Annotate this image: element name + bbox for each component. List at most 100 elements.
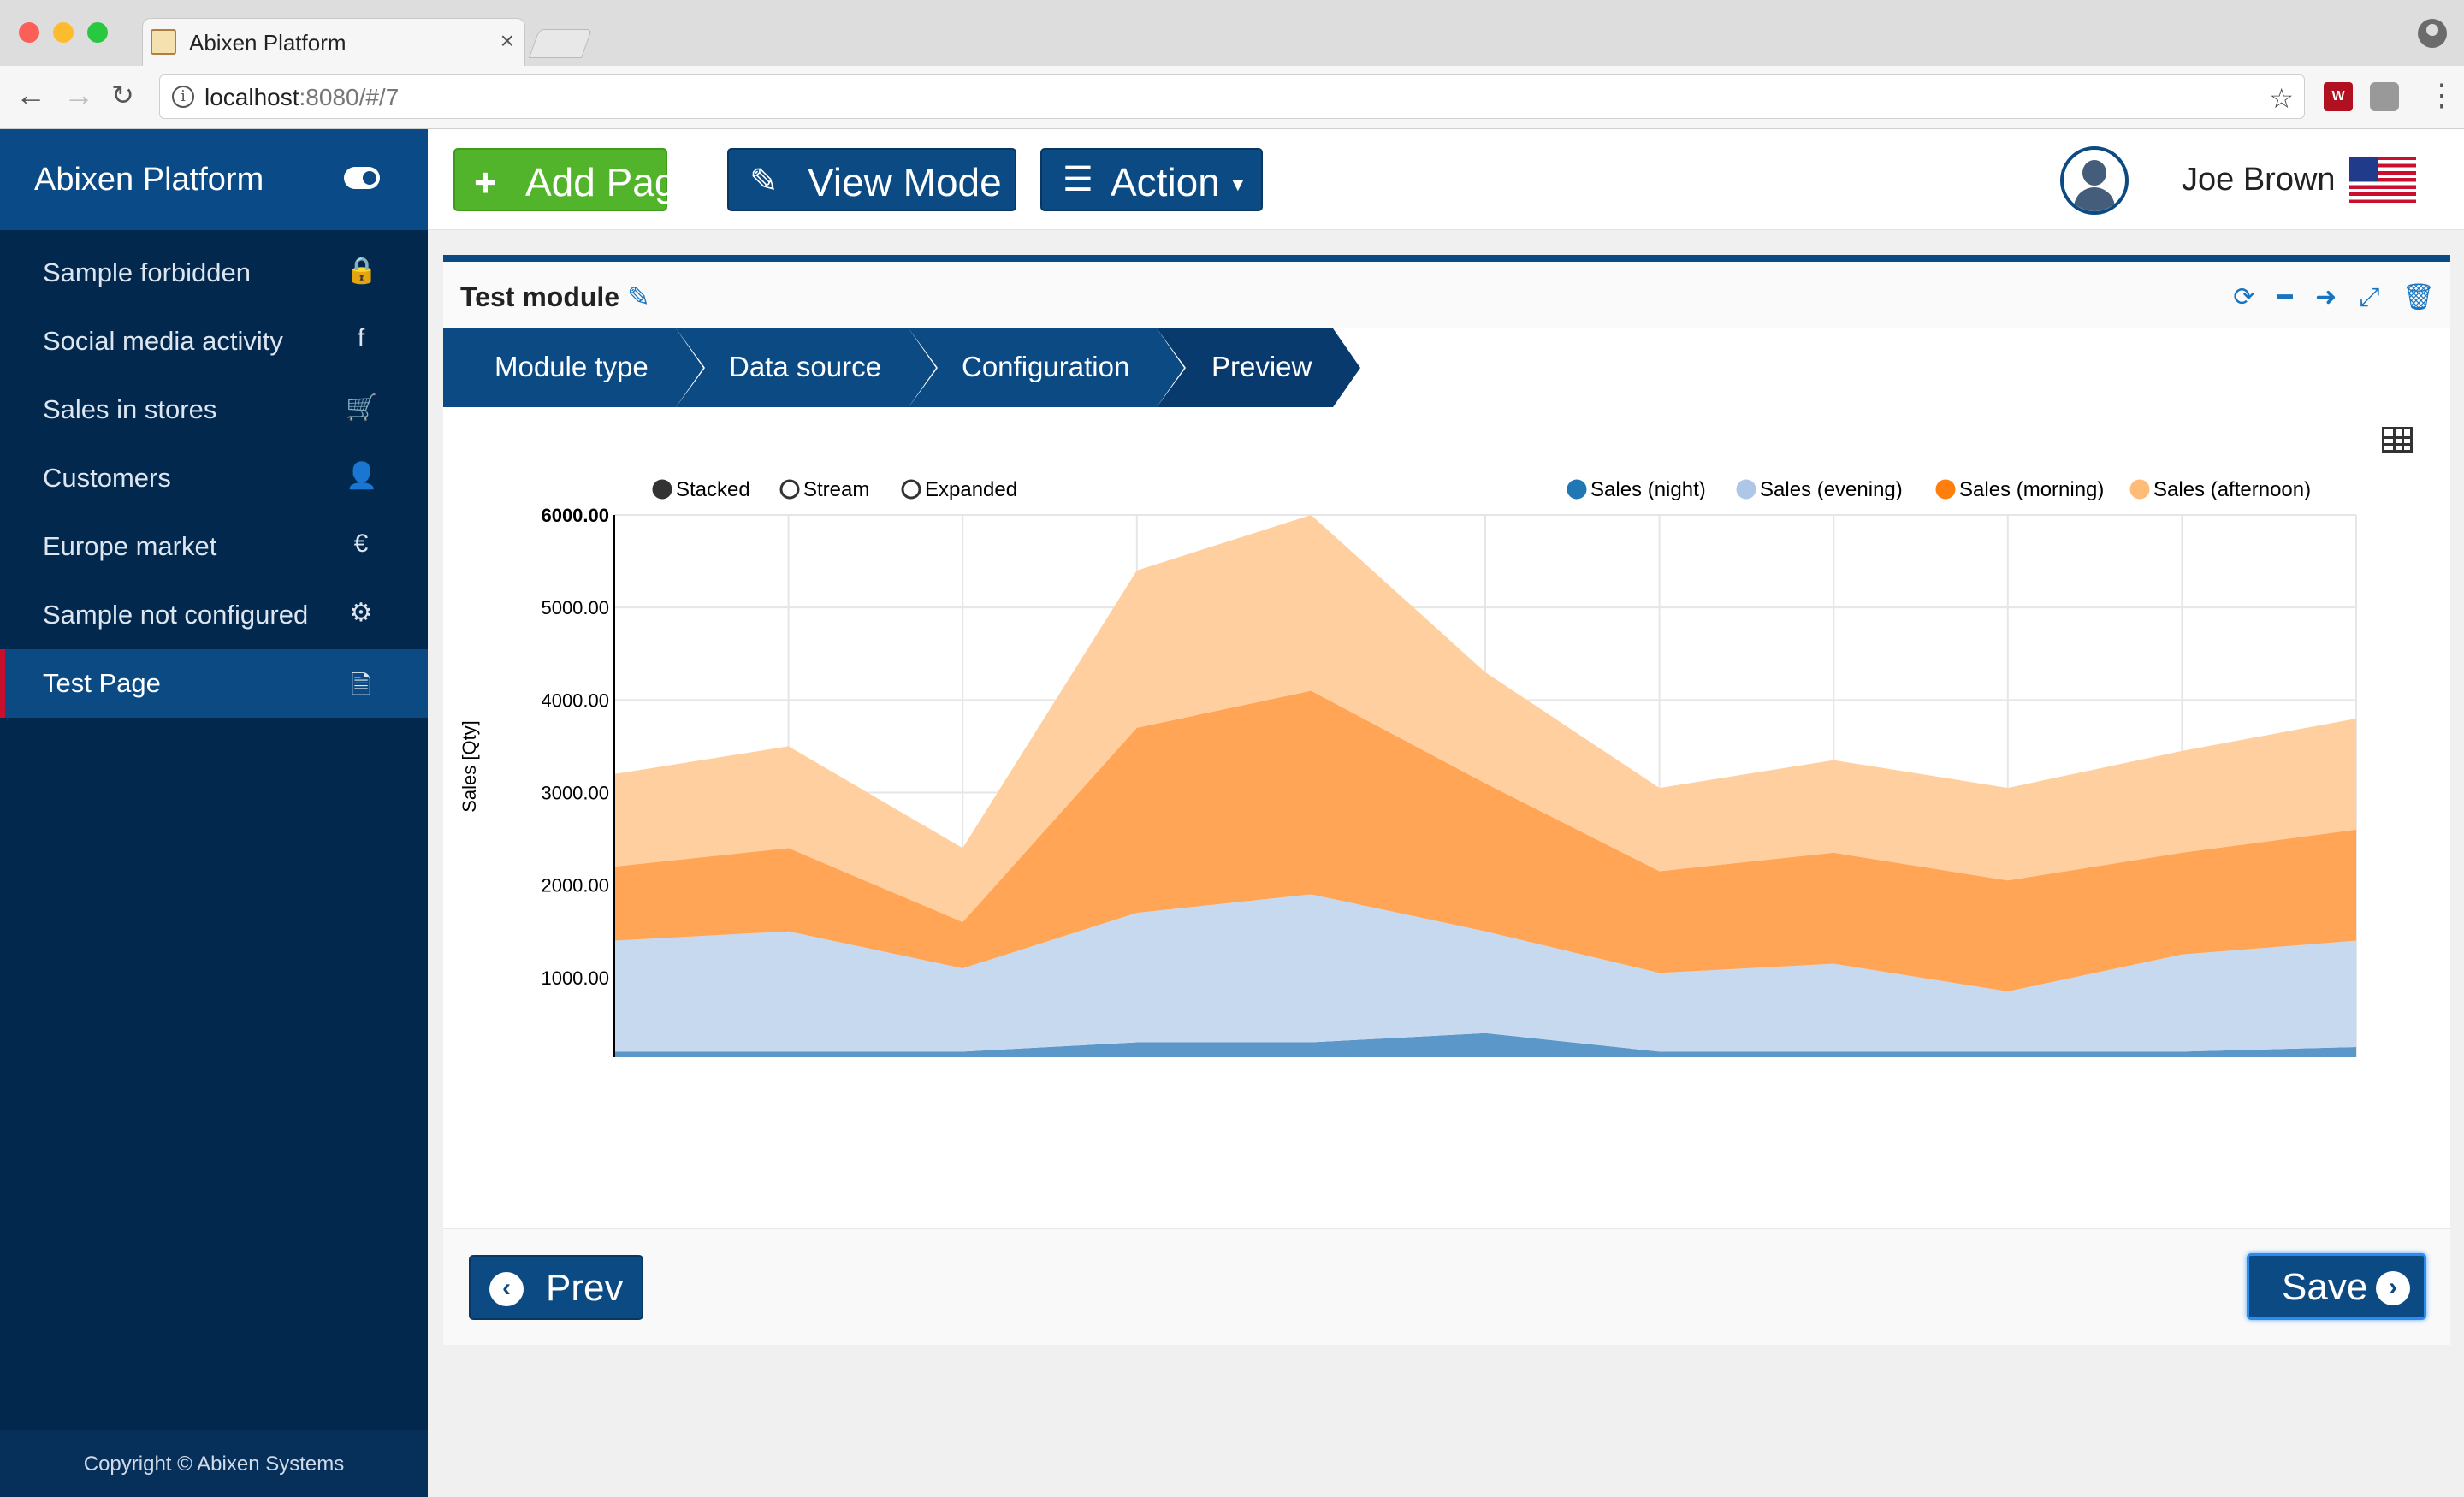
brand-bar: Abixen Platform	[0, 129, 428, 230]
y-tick-label: 6000.00	[541, 505, 609, 526]
star-icon[interactable]: ☆	[2269, 82, 2294, 115]
legend-label[interactable]: Sales (night)	[1590, 478, 1706, 501]
step-label: Module type	[495, 351, 649, 382]
url-text: localhost:8080/#/7	[204, 84, 400, 110]
sidebar-toggle[interactable]	[344, 167, 380, 189]
stack-mode-label[interactable]: Stream	[803, 478, 869, 501]
address-bar[interactable]: i localhost:8080/#/7 ☆	[159, 74, 2305, 119]
y-tick-label: 3000.00	[541, 783, 609, 804]
trash-icon[interactable]: 🗑	[2402, 282, 2435, 312]
back-arrow-icon[interactable]: ←	[15, 78, 46, 112]
close-window-button[interactable]	[19, 22, 39, 43]
stack-mode-radio-expanded[interactable]	[901, 479, 921, 500]
step-data-source[interactable]: Data source	[676, 328, 938, 407]
stack-mode-radio-stream[interactable]	[779, 479, 800, 500]
page-icon: 🗎	[350, 672, 372, 700]
sidebar-item-test-page[interactable]: Test Page 🗎	[0, 649, 428, 718]
avatar[interactable]	[2060, 146, 2129, 215]
reload-icon[interactable]: ↻	[111, 78, 134, 112]
y-tick-label: 5000.00	[541, 597, 609, 618]
legend-marker[interactable]	[1736, 479, 1756, 500]
profile-icon[interactable]	[2418, 19, 2447, 48]
stack-mode-label[interactable]: Expanded	[925, 478, 1017, 501]
cart-icon: 🛒	[346, 393, 378, 422]
favicon-icon	[151, 29, 176, 55]
info-icon[interactable]: i	[172, 86, 194, 108]
edit-title-icon[interactable]: ✎	[627, 281, 650, 312]
legend-label[interactable]: Sales (evening)	[1760, 478, 1903, 501]
lock-icon: 🔒	[346, 257, 378, 285]
edit-icon: ✎	[749, 163, 779, 200]
top-header: + Add Page ✎ View Mode ☰ Action ▼ Joe Br…	[428, 129, 2464, 230]
stack-mode-label[interactable]: Stacked	[676, 478, 750, 501]
extension-shield-icon[interactable]: W	[2324, 82, 2353, 111]
y-tick-label: 1000.00	[541, 967, 609, 989]
sidebar-item-sales-in-stores[interactable]: Sales in stores 🛒	[0, 376, 428, 444]
legend-label[interactable]: Sales (morning)	[1959, 478, 2104, 501]
step-configuration[interactable]: Configuration	[909, 328, 1186, 407]
prev-button[interactable]: ‹ Prev	[469, 1255, 643, 1320]
save-button[interactable]: Save ›	[2247, 1253, 2426, 1320]
sidebar-item-social-media-activity[interactable]: Social media activity f	[0, 307, 428, 376]
sidebar-item-sample-not-configured[interactable]: Sample not configured ⚙	[0, 581, 428, 649]
legend-label[interactable]: Sales (afternoon)	[2153, 478, 2311, 501]
user-icon: 👤	[346, 462, 378, 490]
caret-down-icon: ▼	[1229, 174, 1247, 195]
module-tools: ⟳ ━ ➜ ⤢ 🗑	[2218, 282, 2435, 312]
area-chart: 0.001000.002000.003000.004000.005000.006…	[459, 478, 2434, 1163]
browser-tab-bar: Abixen Platform ×	[0, 0, 2464, 66]
sidebar-item-europe-market[interactable]: Europe market €	[0, 512, 428, 581]
save-label: Save	[2282, 1266, 2368, 1308]
action-label: Action	[1111, 160, 1220, 204]
us-flag-icon[interactable]	[2349, 157, 2416, 203]
legend-marker[interactable]	[1935, 479, 1956, 500]
sidebar-item-sample-forbidden[interactable]: Sample forbidden 🔒	[0, 239, 428, 307]
refresh-icon[interactable]: ⟳	[2233, 282, 2254, 312]
add-page-label: Add Page	[525, 160, 699, 204]
list-icon: ☰	[1063, 161, 1093, 198]
expand-icon[interactable]: ⤢	[2360, 283, 2380, 312]
sidebar-item-customers[interactable]: Customers 👤	[0, 444, 428, 512]
menu-dots-icon[interactable]: ⋮	[2426, 78, 2457, 112]
sidebar-item-label: Test Page	[43, 668, 161, 698]
sign-out-icon[interactable]: ➜	[2315, 282, 2337, 312]
chevron-right-icon: ›	[2376, 1271, 2410, 1305]
y-tick-label: 4000.00	[541, 689, 609, 711]
module-title: Test module ✎	[460, 281, 650, 312]
step-module-type[interactable]: Module type	[443, 328, 705, 407]
view-mode-button[interactable]: ✎ View Mode	[727, 148, 1016, 211]
facebook-icon: f	[357, 324, 365, 352]
maximize-window-button[interactable]	[87, 22, 108, 43]
y-tick-label: 2000.00	[541, 875, 609, 896]
tab-close-icon[interactable]: ×	[500, 27, 514, 55]
table-view-icon[interactable]	[2382, 427, 2413, 453]
prev-label: Prev	[546, 1267, 624, 1309]
legend-marker[interactable]	[1567, 479, 1587, 500]
minimize-icon[interactable]: ━	[2277, 282, 2293, 312]
wizard-footer: ‹ Prev Save ›	[443, 1228, 2450, 1345]
tab-title: Abixen Platform	[189, 30, 346, 56]
action-dropdown-button[interactable]: ☰ Action ▼	[1040, 148, 1263, 211]
plus-icon: +	[474, 160, 497, 204]
user-name[interactable]: Joe Brown	[2182, 162, 2336, 198]
y-axis-label: Sales [Qty]	[459, 720, 480, 813]
stack-mode-radio-stacked[interactable]	[652, 479, 672, 500]
legend-marker[interactable]	[2129, 479, 2150, 500]
browser-toolbar: ← → ↻ i localhost:8080/#/7 ☆ W ⋮	[0, 66, 2464, 129]
chevron-left-icon: ‹	[489, 1272, 524, 1306]
module-card: Test module ✎ ⟳ ━ ➜ ⤢ 🗑 Module type Data…	[443, 255, 2450, 1345]
minimize-window-button[interactable]	[53, 22, 74, 43]
extension-icon[interactable]	[2370, 82, 2399, 111]
add-page-button[interactable]: + Add Page	[453, 148, 698, 211]
step-label: Preview	[1211, 351, 1312, 382]
sidebar-item-label: Sample forbidden	[43, 257, 251, 287]
browser-tab[interactable]: Abixen Platform ×	[142, 18, 525, 66]
brand-title: Abixen Platform	[34, 162, 264, 198]
forward-arrow-icon[interactable]: →	[63, 78, 94, 112]
sidebar-item-label: Europe market	[43, 531, 217, 561]
step-label: Data source	[729, 351, 881, 382]
copyright-text: Copyright © Abixen Systems	[83, 1453, 345, 1476]
sidebar-item-label: Social media activity	[43, 326, 283, 356]
new-tab-button[interactable]	[528, 29, 593, 58]
euro-icon: €	[353, 530, 369, 558]
